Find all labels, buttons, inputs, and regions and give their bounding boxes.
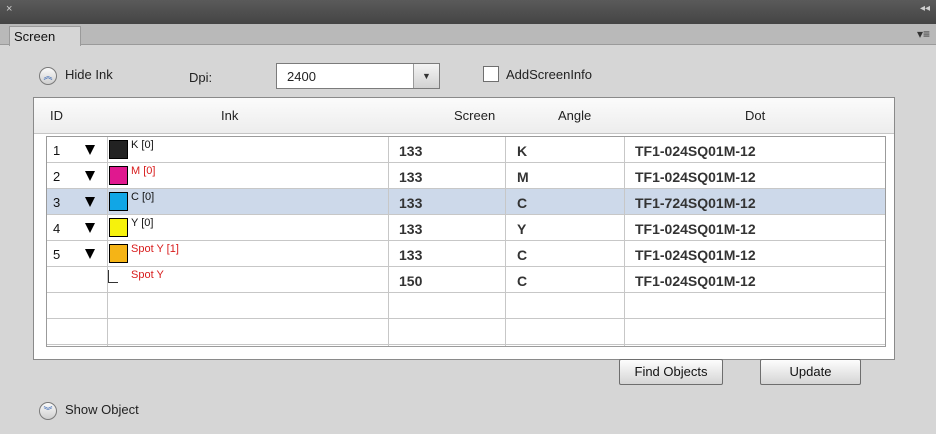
ink-name: M [0] bbox=[131, 165, 156, 177]
dropdown-arrow-button[interactable]: ▼ bbox=[413, 64, 439, 88]
tab-label: Screen bbox=[14, 29, 56, 44]
collapse-panel-icon[interactable]: ◂◂ bbox=[920, 3, 930, 14]
find-objects-button[interactable]: Find Objects bbox=[619, 359, 723, 385]
ink-color-swatch bbox=[109, 192, 128, 211]
screen-value[interactable]: 133 bbox=[399, 195, 422, 211]
dot-value[interactable]: TF1-024SQ01M-12 bbox=[635, 221, 756, 237]
table-row[interactable]: 2 M [0] 133 M TF1-024SQ01M-12 bbox=[47, 163, 885, 189]
show-object-label: Show Object bbox=[65, 402, 139, 417]
dpi-value: 2400 bbox=[287, 69, 316, 84]
ink-color-swatch bbox=[109, 218, 128, 237]
expand-triangle-icon[interactable] bbox=[85, 145, 95, 155]
column-divider bbox=[388, 137, 389, 346]
expand-triangle-icon[interactable] bbox=[85, 171, 95, 181]
column-divider bbox=[107, 137, 108, 346]
dpi-label: Dpi: bbox=[189, 70, 213, 85]
ink-name: Spot Y [1] bbox=[131, 243, 179, 255]
angle-value[interactable]: C bbox=[517, 247, 527, 263]
column-divider bbox=[624, 137, 625, 346]
screen-value[interactable]: 150 bbox=[399, 273, 422, 289]
tab-strip: Screen ▾≡ bbox=[0, 24, 936, 46]
panel-menu-icon[interactable]: ▾≡ bbox=[917, 27, 930, 41]
screen-value[interactable]: 133 bbox=[399, 247, 422, 263]
header-ink[interactable]: Ink bbox=[221, 108, 238, 123]
ink-name: K [0] bbox=[131, 139, 154, 151]
dpi-select[interactable]: 2400 ▼ bbox=[276, 63, 440, 89]
expand-triangle-icon[interactable] bbox=[85, 197, 95, 207]
screen-panel: × ◂◂ Screen ▾≡ ︽ Hide Ink Dpi: 2400 ▼ Ad… bbox=[0, 0, 936, 434]
ink-color-swatch bbox=[109, 140, 128, 159]
table-row[interactable]: 5 Spot Y [1] 133 C TF1-024SQ01M-12 bbox=[47, 241, 885, 267]
screen-value[interactable]: 133 bbox=[399, 169, 422, 185]
tab-screen[interactable]: Screen bbox=[9, 26, 81, 46]
ink-name: Spot Y bbox=[131, 269, 164, 281]
table-row[interactable] bbox=[47, 319, 885, 345]
angle-value[interactable]: C bbox=[517, 273, 527, 289]
angle-value[interactable]: C bbox=[517, 195, 527, 211]
hide-ink-label: Hide Ink bbox=[65, 67, 113, 82]
add-screen-info-label: AddScreenInfo bbox=[506, 67, 593, 82]
ink-color-swatch bbox=[109, 244, 128, 263]
column-divider bbox=[505, 137, 506, 346]
dot-value[interactable]: TF1-024SQ01M-12 bbox=[635, 273, 756, 289]
dot-value[interactable]: TF1-024SQ01M-12 bbox=[635, 247, 756, 263]
add-screen-info-checkbox[interactable] bbox=[483, 66, 499, 82]
table-row[interactable] bbox=[47, 293, 885, 319]
ink-name: Y [0] bbox=[131, 217, 154, 229]
ink-name: C [0] bbox=[131, 191, 155, 203]
chevron-down-icon: ▼ bbox=[422, 71, 431, 81]
dot-value[interactable]: TF1-024SQ01M-12 bbox=[635, 169, 756, 185]
table-row[interactable]: 1 K [0] 133 K TF1-024SQ01M-12 bbox=[47, 137, 885, 163]
hide-ink-button[interactable]: ︽ bbox=[39, 67, 57, 85]
ink-color-swatch bbox=[109, 166, 128, 185]
expand-triangle-icon[interactable] bbox=[85, 223, 95, 233]
angle-value[interactable]: M bbox=[517, 169, 529, 185]
screen-value[interactable]: 133 bbox=[399, 143, 422, 159]
row-id: 2 bbox=[53, 169, 61, 184]
row-id: 1 bbox=[53, 143, 61, 158]
header-id[interactable]: ID bbox=[50, 108, 63, 123]
ink-grid: Spot Y 150 C TF1-024SQ01M-12 5 Spot Y [1] 133 C… bbox=[46, 136, 886, 347]
dot-value[interactable]: TF1-724SQ01M-12 bbox=[635, 195, 756, 211]
tree-branch-icon bbox=[108, 270, 118, 283]
angle-value[interactable]: Y bbox=[517, 221, 526, 237]
dot-value[interactable]: TF1-024SQ01M-12 bbox=[635, 143, 756, 159]
table-row[interactable]: 3 C [0] 133 C TF1-724SQ01M-12 bbox=[47, 189, 885, 215]
close-icon[interactable]: × bbox=[6, 3, 12, 15]
header-screen[interactable]: Screen bbox=[454, 108, 495, 123]
header-dot[interactable]: Dot bbox=[745, 108, 765, 123]
chevron-double-down-icon: ︾ bbox=[43, 405, 53, 416]
row-id: 4 bbox=[53, 221, 61, 236]
chevron-double-up-icon: ︽ bbox=[43, 70, 53, 81]
table-header: ID Ink Screen Angle Dot bbox=[34, 98, 894, 134]
ink-screen-table: ID Ink Screen Angle Dot Spot Y 150 C TF1-02… bbox=[33, 97, 895, 360]
table-row[interactable]: Spot Y 150 C TF1-024SQ01M-12 bbox=[47, 267, 885, 293]
angle-value[interactable]: K bbox=[517, 143, 527, 159]
screen-value[interactable]: 133 bbox=[399, 221, 422, 237]
panel-titlebar: × ◂◂ bbox=[0, 0, 936, 24]
update-button[interactable]: Update bbox=[760, 359, 861, 385]
header-angle[interactable]: Angle bbox=[558, 108, 591, 123]
row-id: 5 bbox=[53, 247, 61, 262]
expand-triangle-icon[interactable] bbox=[85, 249, 95, 259]
show-object-button[interactable]: ︾ bbox=[39, 402, 57, 420]
row-id: 3 bbox=[53, 195, 61, 210]
table-row[interactable]: 4 Y [0] 133 Y TF1-024SQ01M-12 bbox=[47, 215, 885, 241]
